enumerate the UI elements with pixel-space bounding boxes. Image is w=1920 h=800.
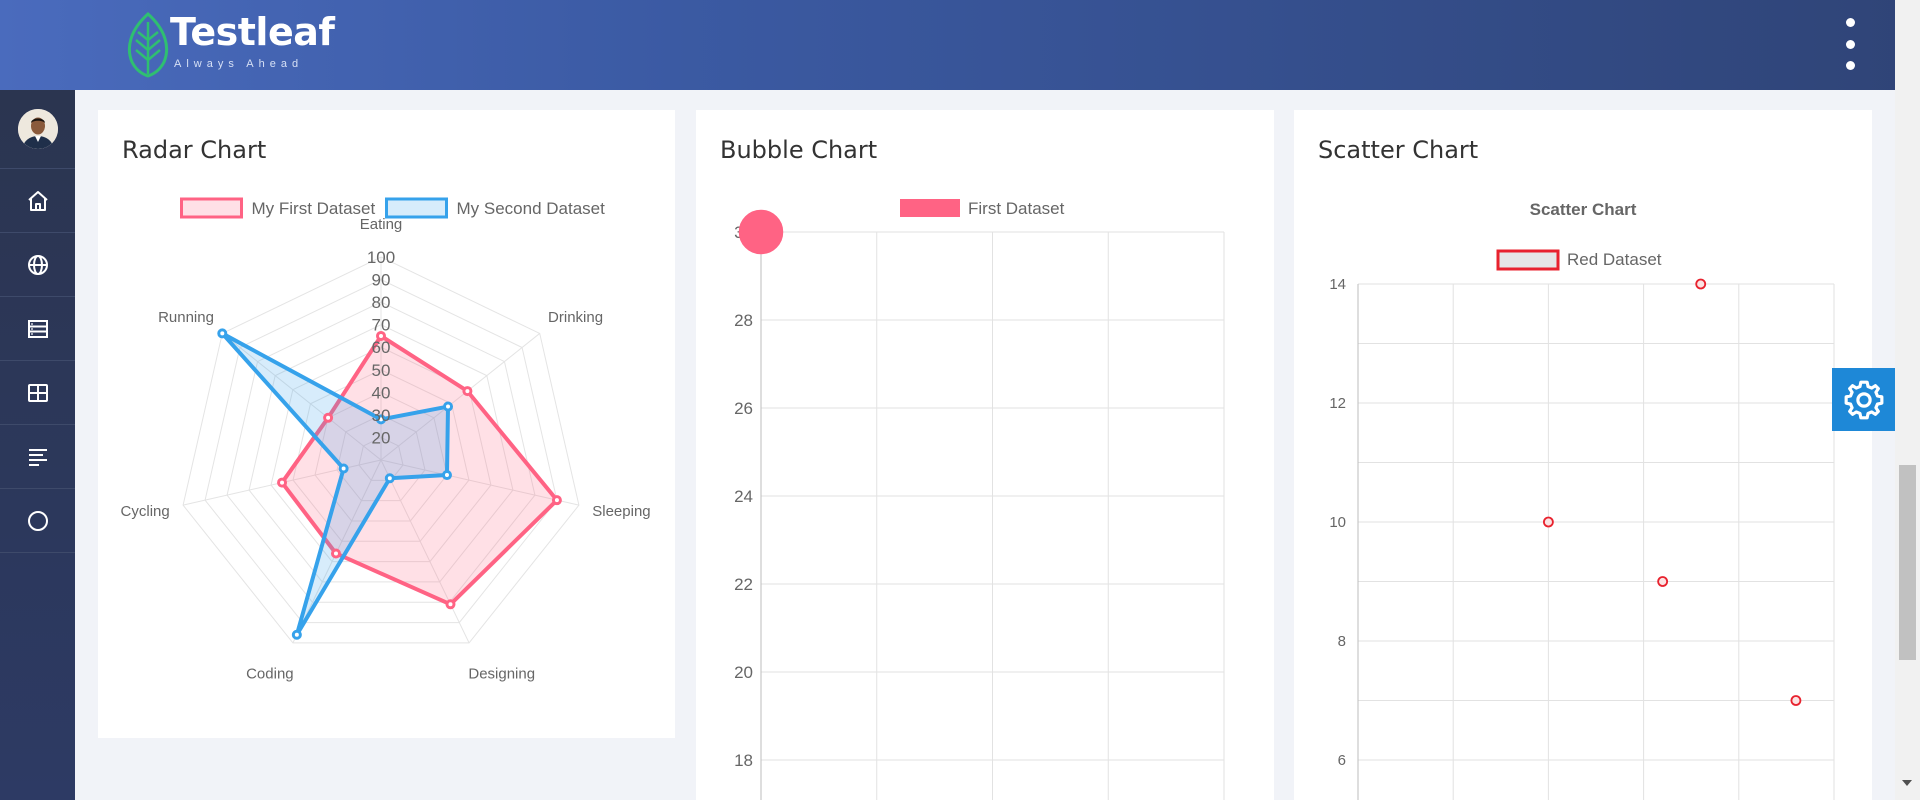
radar-point [441, 470, 452, 481]
radar-point [462, 386, 473, 397]
leaf-logo-icon [127, 12, 169, 78]
radar-axis-label: Designing [468, 665, 535, 682]
settings-button[interactable] [1832, 368, 1895, 431]
radar-axis-label: Sleeping [592, 503, 650, 520]
globe-icon [27, 254, 48, 275]
user-avatar-slot[interactable] [0, 90, 75, 169]
scatter-point [1657, 576, 1669, 587]
scatter-y-tick-label: 6 [1338, 752, 1346, 769]
bubble-point [738, 209, 784, 255]
scatter-chart-card: Scatter Chart Scatter Chart Red Dataset 14… [1294, 110, 1872, 800]
legend-swatch [900, 199, 960, 217]
legend-label: Red Dataset [1567, 250, 1662, 269]
radar-axis-label: Coding [246, 665, 294, 682]
legend-swatch [1496, 249, 1560, 271]
radar-tick-label: 20 [372, 428, 391, 447]
radar-point [445, 599, 456, 610]
radar-axis-label: Eating [360, 216, 403, 233]
legend-label: My Second Dataset [457, 199, 606, 218]
radar-point [217, 328, 228, 339]
bubble-y-tick-label: 20 [734, 663, 753, 682]
radar-tick-label: 100 [367, 248, 395, 267]
align-left-icon [28, 448, 47, 466]
radar-point [323, 412, 334, 423]
scatter-point [1542, 516, 1554, 528]
circle-icon [27, 510, 48, 531]
radar-chart: My First Dataset My Second Dataset 20 30 40 5… [121, 197, 651, 682]
scatter-point [1790, 695, 1802, 706]
sidebar-item-globe[interactable] [0, 233, 75, 297]
radar-tick-label: 40 [372, 383, 391, 402]
table-icon [27, 319, 48, 338]
scatter-y-tick-label: 14 [1329, 276, 1346, 293]
radar-tick-label: 70 [372, 316, 391, 335]
scroll-down-arrow-icon[interactable] [1902, 780, 1912, 786]
radar-tick-label: 90 [372, 271, 391, 290]
radar-point [338, 463, 349, 474]
legend-label: My First Dataset [252, 199, 376, 218]
radar-axis-label: Cycling [121, 503, 170, 520]
radar-tick-label: 30 [372, 406, 391, 425]
gear-icon [1844, 380, 1883, 419]
bubble-y-tick-label: 18 [734, 751, 753, 770]
sidebar-item-circle[interactable] [0, 489, 75, 553]
radar-chart-card: Radar Chart My First Dataset My Second Da… [98, 110, 675, 738]
scrollbar-thumb[interactable] [1899, 465, 1916, 660]
scatter-y-tick-label: 8 [1338, 633, 1346, 650]
bubble-chart-card: Bubble Chart First Dataset30282624222018 [696, 110, 1274, 800]
home-icon [27, 190, 48, 211]
brand-name: Testleaf [170, 10, 335, 54]
brand-tagline: Always Ahead [174, 58, 304, 70]
bubble-y-tick-label: 22 [734, 575, 753, 594]
grid-icon [27, 383, 48, 402]
user-portrait-icon [17, 109, 58, 149]
avatar[interactable] [17, 109, 58, 149]
sidebar [0, 90, 75, 800]
sidebar-item-menu[interactable] [0, 425, 75, 489]
radar-tick-label: 60 [372, 338, 391, 357]
scatter-y-tick-label: 10 [1329, 514, 1346, 531]
legend-label: First Dataset [968, 199, 1065, 218]
scatter-chart-title: Scatter Chart [1530, 200, 1637, 219]
radar-point [384, 473, 395, 484]
radar-point [277, 477, 288, 488]
more-options-icon[interactable] [1836, 18, 1864, 70]
sidebar-item-table[interactable] [0, 297, 75, 361]
bubble-y-tick-label: 28 [734, 311, 753, 330]
top-navbar: Testleaf Always Ahead [0, 0, 1920, 90]
bubble-y-tick-label: 24 [734, 487, 753, 506]
legend-swatch [385, 197, 448, 219]
bubble-y-tick-label: 26 [734, 399, 753, 418]
bubble-chart: First Dataset30282624222018 [734, 199, 1225, 800]
sidebar-item-home[interactable] [0, 169, 75, 233]
legend-swatch [180, 197, 243, 219]
radar-axis-label: Running [158, 309, 214, 326]
radar-tick-label: 80 [372, 293, 391, 312]
radar-point [291, 629, 302, 640]
page-scrollbar[interactable] [1895, 0, 1920, 800]
radar-point [330, 548, 341, 559]
scatter-point [1695, 278, 1707, 290]
sidebar-item-grid[interactable] [0, 361, 75, 425]
scatter-chart: Scatter Chart Red Dataset 14 12 10 8 6 [1329, 200, 1835, 800]
radar-point [443, 401, 454, 412]
radar-point [551, 495, 562, 506]
scatter-y-tick-label: 12 [1329, 395, 1346, 412]
radar-tick-label: 50 [372, 361, 391, 380]
radar-axis-label: Drinking [548, 309, 603, 326]
